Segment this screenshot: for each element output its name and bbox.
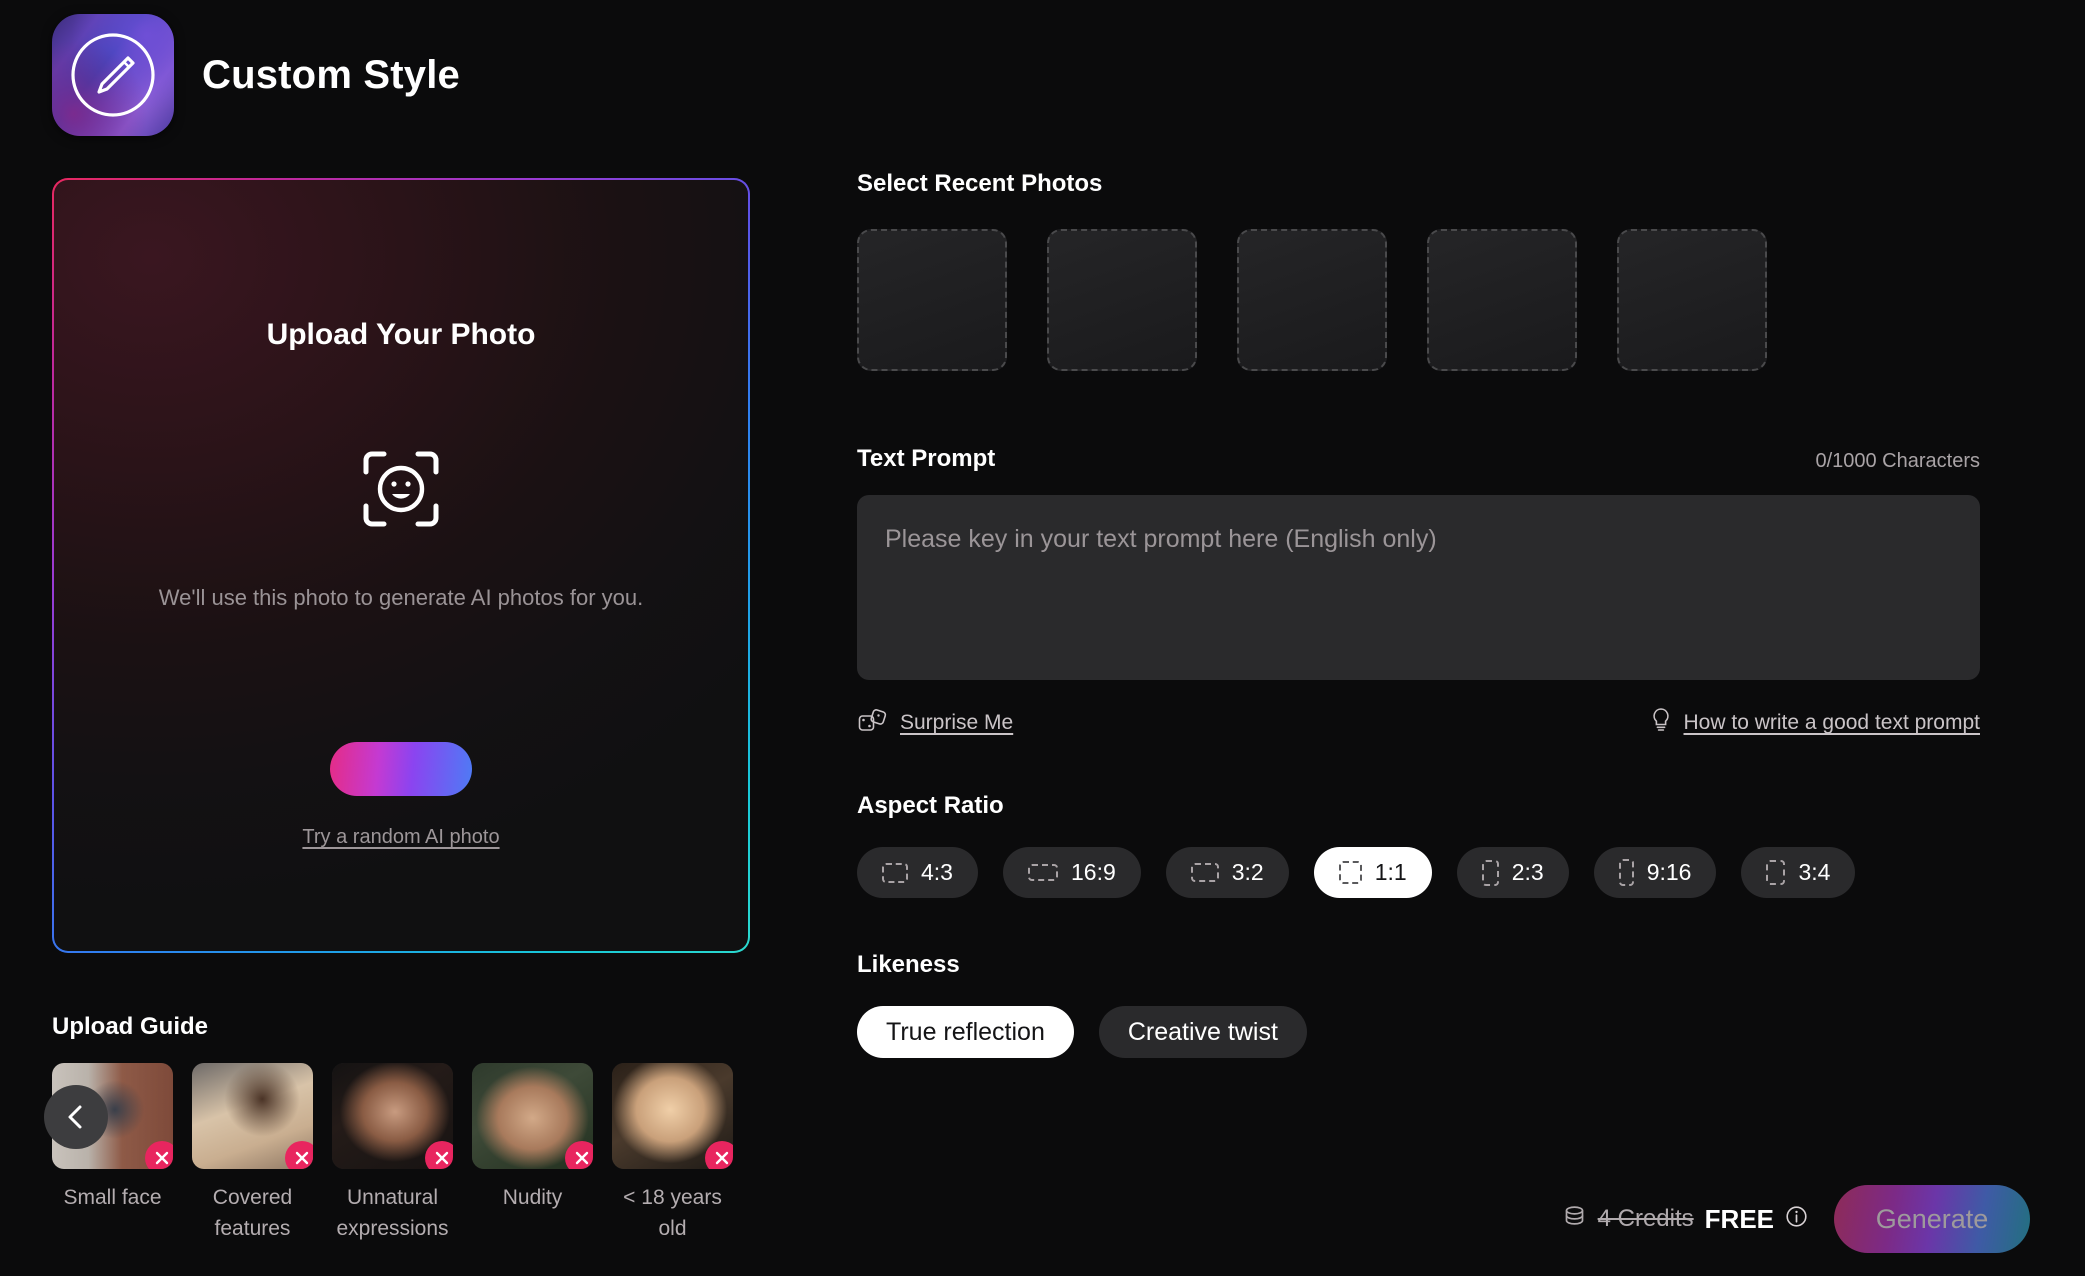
recent-photo-slot[interactable] [1047, 229, 1197, 371]
aspect-ratio-label: 3:2 [1231, 859, 1264, 885]
aspect-ratio-option-4-3[interactable]: 4:3 [857, 847, 978, 898]
aspect-ratio-label: 9:16 [1646, 859, 1692, 885]
lightbulb-icon [1651, 707, 1671, 739]
guide-label: Small face [63, 1186, 162, 1209]
dice-icon [857, 708, 887, 739]
aspect-ratio-label: 1:1 [1374, 859, 1407, 885]
aspect-ratio-option-3-4[interactable]: 3:4 [1741, 847, 1856, 898]
aspect-ratio-label: 16:9 [1070, 859, 1116, 885]
page-header: Custom Style [52, 14, 460, 136]
likeness-options: True reflection Creative twist [857, 1006, 1980, 1058]
recent-photo-slot[interactable] [1237, 229, 1387, 371]
aspect-ratio-option-1-1[interactable]: 1:1 [1313, 847, 1432, 898]
guide-thumbnail [472, 1063, 593, 1169]
text-prompt-footer: Surprise Me How to write a good text pro… [857, 707, 1980, 739]
likeness-title: Likeness [857, 951, 960, 978]
page-title: Custom Style [202, 52, 461, 97]
ratio-shape-icon [1027, 864, 1058, 881]
list-item[interactable]: Unnatural expressions [332, 1063, 453, 1244]
guide-thumbnail [332, 1063, 453, 1169]
guide-label: Nudity [502, 1186, 563, 1209]
ratio-shape-icon [1766, 860, 1786, 885]
how-to-write-prompt-label: How to write a good text prompt [1683, 711, 1980, 734]
info-circle-icon[interactable] [1785, 1205, 1808, 1233]
upload-column: Upload Your Photo We'll use this photo t… [52, 178, 750, 953]
ratio-shape-icon [1338, 861, 1362, 884]
character-counter: 0/1000 Characters [1815, 450, 1980, 472]
aspect-ratio-label: 2:3 [1511, 859, 1544, 885]
custom-style-page: Custom Style Upload Your Photo We'll use… [0, 0, 2085, 1276]
credits-amount: 4 Credits [1597, 1205, 1694, 1232]
recent-photo-slot[interactable] [1427, 229, 1577, 371]
guide-label: < 18 years old [623, 1186, 722, 1240]
aspect-ratio-option-3-2[interactable]: 3:2 [1165, 847, 1289, 898]
upload-photo-card[interactable]: Upload Your Photo We'll use this photo t… [52, 178, 750, 953]
close-x-icon[interactable] [425, 1141, 453, 1169]
upload-guide-carousel: Small face Covered features Unnatural ex… [44, 1063, 772, 1244]
list-item[interactable]: Nudity [472, 1063, 593, 1244]
aspect-ratio-options: 4:3 16:9 3:2 1:1 2:3 9:16 3:4 [857, 847, 1980, 898]
settings-column: Select Recent Photos Text Prompt 0/1000 … [857, 170, 1980, 1058]
aspect-ratio-title: Aspect Ratio [857, 792, 1004, 819]
upload-guide-title: Upload Guide [52, 1013, 208, 1040]
upload-guide-section: Upload Guide Small face Covered features… [44, 1013, 772, 1244]
pencil-circle-icon [52, 14, 174, 136]
aspect-ratio-label: 4:3 [921, 859, 953, 885]
likeness-option-true-reflection[interactable]: True reflection [857, 1006, 1074, 1058]
try-random-ai-photo-link[interactable]: Try a random AI photo [54, 826, 748, 849]
close-x-icon[interactable] [565, 1141, 593, 1169]
credits-free-badge: FREE [1704, 1203, 1774, 1234]
aspect-ratio-option-9-16[interactable]: 9:16 [1593, 847, 1717, 898]
aspect-ratio-label: 3:4 [1798, 859, 1831, 885]
upload-card-title: Upload Your Photo [266, 318, 536, 351]
generate-button[interactable]: Generate [1834, 1185, 2030, 1253]
ratio-shape-icon [1481, 859, 1499, 886]
aspect-ratio-option-2-3[interactable]: 2:3 [1456, 847, 1569, 898]
action-footer: 4 Credits FREE Generate [1562, 1185, 2030, 1253]
surprise-me-label: Surprise Me [900, 711, 1014, 734]
list-item[interactable]: Small face [44, 1063, 173, 1244]
list-item[interactable]: Covered features [192, 1063, 313, 1244]
text-prompt-title: Text Prompt [857, 445, 996, 472]
likeness-option-creative-twist[interactable]: Creative twist [1098, 1006, 1307, 1058]
ratio-shape-icon [1618, 859, 1634, 886]
face-scan-icon [362, 450, 440, 533]
close-x-icon[interactable] [145, 1141, 173, 1169]
recent-photo-slot[interactable] [1617, 229, 1767, 371]
recent-photos-title: Select Recent Photos [857, 170, 1103, 197]
recent-photos-row [857, 229, 1980, 371]
surprise-me-button[interactable]: Surprise Me [857, 708, 1013, 739]
upload-photo-button[interactable] [330, 742, 472, 796]
guide-label: Covered features [212, 1186, 293, 1240]
guide-thumbnail [192, 1063, 313, 1169]
how-to-write-prompt-link[interactable]: How to write a good text prompt [1651, 707, 1980, 739]
guide-label: Unnatural expressions [336, 1186, 449, 1240]
credits-display: 4 Credits FREE [1562, 1204, 1808, 1235]
recent-photo-slot[interactable] [857, 229, 1007, 371]
aspect-ratio-option-16-9[interactable]: 16:9 [1002, 847, 1141, 898]
close-x-icon[interactable] [705, 1141, 733, 1169]
ratio-shape-icon [882, 862, 908, 883]
close-x-icon[interactable] [285, 1141, 313, 1169]
ratio-shape-icon [1190, 863, 1219, 882]
guide-thumbnail [612, 1063, 733, 1169]
text-prompt-input[interactable] [857, 495, 1980, 680]
chevron-left-icon[interactable] [44, 1085, 108, 1149]
coins-icon [1562, 1204, 1587, 1234]
list-item[interactable]: < 18 years old [612, 1063, 733, 1244]
upload-card-subtitle: We'll use this photo to generate AI phot… [158, 585, 644, 610]
text-prompt-header: Text Prompt 0/1000 Characters [857, 445, 1980, 473]
